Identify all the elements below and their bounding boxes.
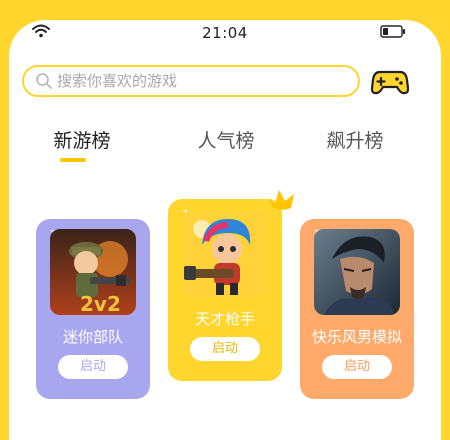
search-icon (36, 73, 52, 89)
gamepad-icon[interactable] (371, 66, 409, 96)
game-name: 快乐风男模拟 (311, 328, 402, 346)
game-cover-genius-gunner (182, 211, 268, 297)
active-tab-indicator (60, 158, 86, 162)
launch-button[interactable]: 启动 (58, 355, 128, 379)
ranking-card-3[interactable]: 3 快乐风男模拟 启动 (300, 219, 414, 399)
ranking-tabs: 新游榜 人气榜 飙升榜 (0, 126, 450, 166)
game-name: 天才枪手 (194, 310, 255, 328)
tab-popular[interactable]: 人气榜 (171, 126, 281, 153)
tab-new-games[interactable]: 新游榜 (27, 126, 137, 153)
status-bar: 21:04 (0, 23, 450, 43)
launch-button[interactable]: 启动 (322, 355, 392, 379)
crown-icon (269, 190, 294, 210)
battery-icon (380, 25, 405, 38)
svg-text:2v2: 2v2 (80, 292, 121, 315)
launch-button[interactable]: 启动 (190, 337, 260, 361)
game-cover-mini-army: 2v2 (50, 229, 136, 315)
search-bar[interactable] (22, 65, 360, 97)
search-input[interactable] (57, 72, 317, 90)
tab-rising[interactable]: 飙升榜 (300, 126, 410, 153)
game-name: 迷你部队 (62, 328, 123, 346)
ranking-card-2[interactable]: 2 2v2 迷你部队 启动 (36, 219, 150, 399)
game-cover-happy-wind (314, 229, 400, 315)
ranking-card-1[interactable]: 1 天才枪手 启动 (168, 199, 282, 381)
